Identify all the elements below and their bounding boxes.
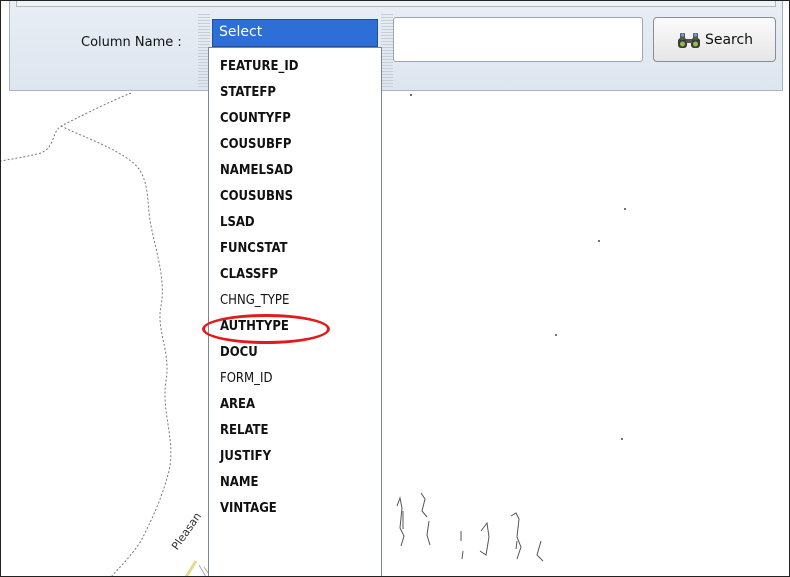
boundary-line <box>60 125 172 576</box>
column-name-label: Column Name : <box>81 35 182 50</box>
road-line <box>184 560 198 576</box>
dropdown-option-name[interactable]: NAME <box>220 475 258 490</box>
dropdown-option-classfp[interactable]: CLASSFP <box>220 267 278 282</box>
dropdown-option-justify[interactable]: JUSTIFY <box>220 449 271 464</box>
highlight-ellipse <box>202 314 330 344</box>
dropdown-option-funcstat[interactable]: FUNCSTAT <box>220 241 288 256</box>
search-button[interactable]: Search <box>653 17 776 62</box>
search-button-label: Search <box>704 31 754 48</box>
dropdown-option-cousubns[interactable]: COUSUBNS <box>220 189 293 204</box>
dropdown-option-docu[interactable]: DOCU <box>220 345 258 360</box>
app-window: Pleasan Column Name : Select Search FEAT… <box>0 0 790 577</box>
search-input[interactable] <box>393 17 643 62</box>
dropdown-option-feature-id[interactable]: FEATURE_ID <box>220 59 298 74</box>
boundary-line <box>1 92 132 162</box>
column-name-select[interactable]: Select <box>212 19 378 47</box>
map-features <box>396 492 544 562</box>
dropdown-option-statefp[interactable]: STATEFP <box>220 85 276 100</box>
binoculars-icon <box>676 31 702 49</box>
column-dropdown-list[interactable]: FEATURE_ID STATEFP COUNTYFP COUSUBFP NAM… <box>208 47 382 576</box>
map-dots <box>410 94 626 440</box>
dropdown-option-namelsad[interactable]: NAMELSAD <box>220 163 293 178</box>
dropdown-option-form-id[interactable]: FORM_ID <box>220 371 272 386</box>
map-canvas[interactable] <box>1 91 789 577</box>
dropdown-option-chng-type[interactable]: CHNG_TYPE <box>220 293 289 308</box>
dropdown-option-area[interactable]: AREA <box>220 397 255 412</box>
dropdown-option-vintage[interactable]: VINTAGE <box>220 501 277 516</box>
dropdown-option-countyfp[interactable]: COUNTYFP <box>220 111 291 126</box>
toolbar-edge <box>16 1 776 7</box>
splitter-handle[interactable] <box>381 14 393 88</box>
dropdown-option-relate[interactable]: RELATE <box>220 423 268 438</box>
dropdown-option-cousubfp[interactable]: COUSUBFP <box>220 137 291 152</box>
dropdown-option-lsad[interactable]: LSAD <box>220 215 255 230</box>
